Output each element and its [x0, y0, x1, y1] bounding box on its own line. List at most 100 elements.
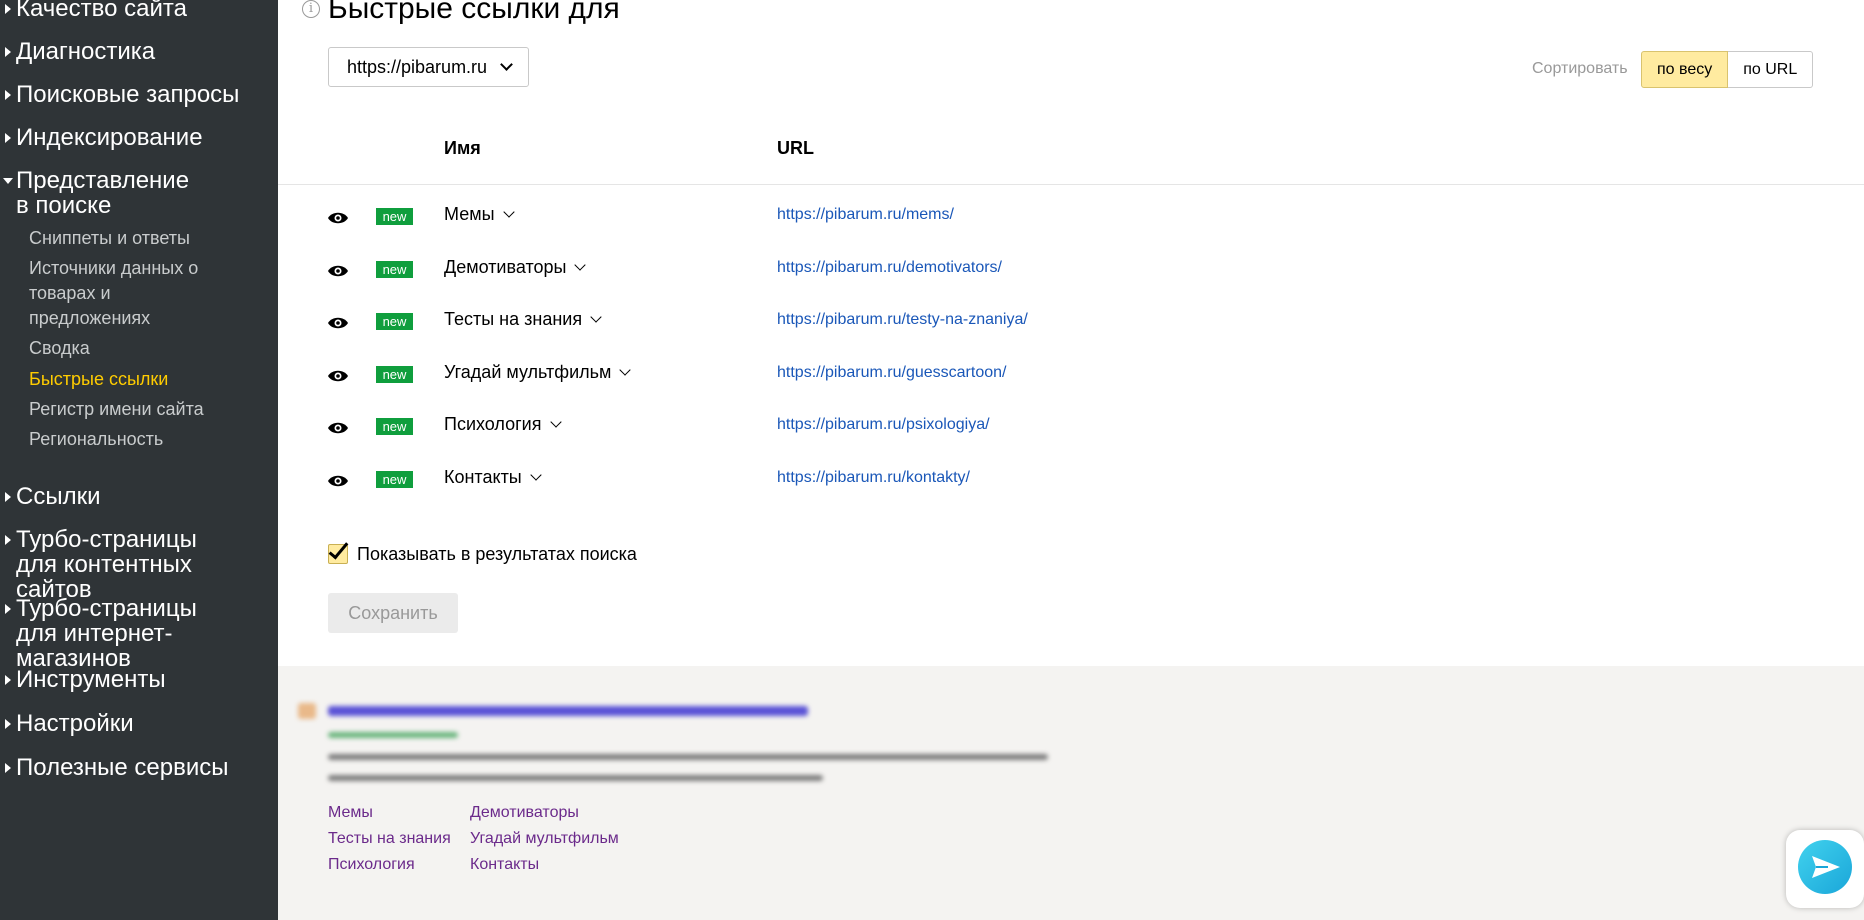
sidebar-subitem-data-sources[interactable]: Источники данных о товарах и предложения… [29, 256, 229, 331]
chevron-down-icon [549, 416, 562, 428]
column-header-url: URL [777, 138, 814, 158]
sidebar-item-site-quality[interactable]: Качество сайта [0, 0, 278, 21]
sidebar-item-useful-services[interactable]: Полезные сервисы [0, 755, 278, 780]
caret-right-icon [5, 604, 11, 614]
sidebar-subitem-quick-links[interactable]: Быстрые ссылки [29, 367, 168, 392]
sidebar-subitem-summary[interactable]: Сводка [29, 336, 90, 361]
table-row: new Тесты на знания https://pibarum.ru/t… [278, 304, 1864, 344]
eye-icon[interactable] [328, 211, 348, 225]
link-url[interactable]: https://pibarum.ru/psixologiya/ [777, 416, 990, 434]
preview-url-blurred [328, 732, 458, 738]
chat-widget-button[interactable] [1786, 830, 1864, 908]
new-badge: new [376, 208, 413, 225]
sidebar-item-indexing[interactable]: Индексирование [0, 125, 278, 150]
preview-quick-link[interactable]: Психология [328, 856, 415, 874]
sidebar-subitem-snippets[interactable]: Сниппеты и ответы [29, 226, 190, 251]
link-name: Психология [444, 414, 542, 434]
info-icon[interactable]: i [302, 0, 320, 18]
domain-select-value: https://pibarum.ru [347, 57, 488, 77]
link-name: Контакты [444, 467, 522, 487]
caret-right-icon [5, 133, 11, 143]
caret-right-icon [5, 4, 11, 14]
chevron-down-icon [590, 311, 602, 323]
chevron-down-icon [502, 206, 515, 218]
table-row: new Угадай мультфильм https://pibarum.ru… [278, 357, 1864, 397]
sidebar-item-search-queries[interactable]: Поисковые запросы [0, 82, 278, 107]
new-badge: new [376, 313, 413, 330]
link-name-dropdown[interactable]: Мемы [444, 204, 515, 225]
eye-icon[interactable] [328, 316, 348, 330]
eye-icon[interactable] [328, 264, 348, 278]
link-name-dropdown[interactable]: Психология [444, 414, 562, 435]
link-name: Мемы [444, 204, 495, 224]
new-badge: new [376, 471, 413, 488]
domain-select[interactable]: https://pibarum.ru [328, 47, 529, 87]
favicon-placeholder [298, 703, 316, 719]
chevron-down-icon [530, 469, 542, 481]
page-title: Быстрые ссылки для [328, 0, 620, 25]
checkmark-icon [328, 538, 349, 560]
link-url[interactable]: https://pibarum.ru/demotivators/ [777, 259, 1002, 277]
preview-quick-link[interactable]: Тесты на знания [328, 830, 451, 848]
preview-quick-link[interactable]: Контакты [470, 856, 539, 874]
sidebar-item-settings[interactable]: Настройки [0, 711, 278, 736]
eye-icon[interactable] [328, 474, 348, 488]
sidebar-item-diagnostics[interactable]: Диагностика [0, 39, 278, 64]
eye-icon[interactable] [328, 421, 348, 435]
show-in-results-label[interactable]: Показывать в результатах поиска [357, 544, 637, 565]
link-name: Тесты на знания [444, 309, 583, 329]
link-name: Демотиваторы [444, 257, 567, 277]
caret-right-icon [5, 763, 11, 773]
sidebar-item-turbo-shops[interactable]: Турбо-страницы для интернет-магазинов [0, 596, 240, 671]
new-badge: new [376, 418, 413, 435]
caret-right-icon [5, 535, 11, 545]
table-row: new Контакты https://pibarum.ru/kontakty… [278, 462, 1864, 502]
chevron-down-icon [574, 259, 587, 271]
save-button[interactable]: Сохранить [328, 593, 458, 633]
sidebar-item-search-appearance[interactable]: Представление в поиске [0, 168, 200, 218]
link-name-dropdown[interactable]: Угадай мультфильм [444, 362, 632, 383]
table-row: new Мемы https://pibarum.ru/mems/ [278, 199, 1864, 239]
sidebar-item-tools[interactable]: Инструменты [0, 667, 278, 692]
link-url[interactable]: https://pibarum.ru/mems/ [777, 206, 954, 224]
caret-right-icon [5, 675, 11, 685]
link-name: Угадай мультфильм [444, 362, 612, 382]
show-in-results-checkbox[interactable] [328, 538, 349, 564]
snippet-preview: Мемы Демотиваторы Тесты на знания Угадай… [278, 666, 1864, 920]
preview-quick-link[interactable]: Угадай мультфильм [470, 830, 619, 848]
sidebar-item-links[interactable]: Ссылки [0, 484, 278, 509]
caret-right-icon [5, 90, 11, 100]
sidebar: Качество сайта Диагностика Поисковые зап… [0, 0, 278, 920]
chevron-down-icon [619, 364, 632, 376]
table-row: new Демотиваторы https://pibarum.ru/demo… [278, 252, 1864, 292]
caret-down-icon [3, 178, 13, 184]
new-badge: new [376, 366, 413, 383]
caret-right-icon [5, 492, 11, 502]
sort-by-weight-button[interactable]: по весу [1641, 51, 1729, 88]
preview-text-blurred [328, 754, 1048, 760]
preview-quick-link[interactable]: Мемы [328, 804, 373, 822]
link-url[interactable]: https://pibarum.ru/guesscartoon/ [777, 364, 1006, 382]
header-divider [278, 184, 1864, 185]
link-name-dropdown[interactable]: Демотиваторы [444, 257, 587, 278]
sort-label: Сортировать [1532, 60, 1628, 77]
sort-toggle: по весу по URL [1641, 51, 1814, 88]
link-name-dropdown[interactable]: Тесты на знания [444, 309, 602, 330]
eye-icon[interactable] [328, 369, 348, 383]
link-url[interactable]: https://pibarum.ru/kontakty/ [777, 469, 970, 487]
preview-text-blurred [328, 775, 823, 781]
sidebar-item-turbo-content[interactable]: Турбо-страницы для контентных сайтов [0, 527, 240, 602]
link-name-dropdown[interactable]: Контакты [444, 467, 542, 488]
preview-quick-link[interactable]: Демотиваторы [470, 804, 579, 822]
main-content: i Быстрые ссылки для https://pibarum.ru … [278, 0, 1864, 920]
caret-right-icon [5, 47, 11, 57]
caret-right-icon [5, 719, 11, 729]
sidebar-subitem-regionality[interactable]: Региональность [29, 427, 163, 452]
column-header-name: Имя [444, 138, 481, 158]
sort-by-url-button[interactable]: по URL [1728, 51, 1814, 88]
link-url[interactable]: https://pibarum.ru/testy-na-znaniya/ [777, 311, 1028, 329]
chevron-down-icon [500, 58, 513, 71]
preview-title-blurred [328, 706, 808, 716]
sidebar-subitem-site-name-case[interactable]: Регистр имени сайта [29, 397, 204, 422]
new-badge: new [376, 261, 413, 278]
